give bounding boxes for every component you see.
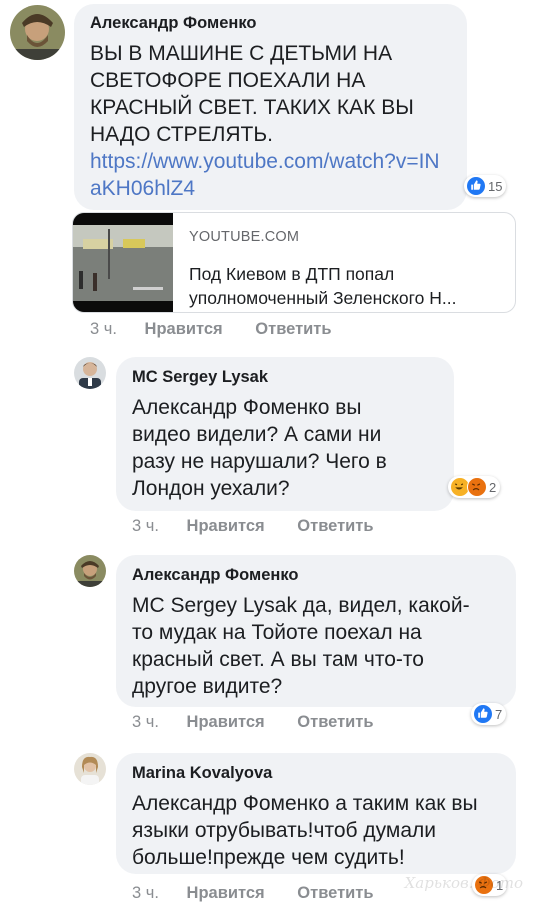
comment-author[interactable]: Александр Фоменко: [132, 565, 502, 585]
comment-text: MC Sergey Lysak да, видел, какой-то муда…: [132, 594, 470, 698]
like-button[interactable]: Нравится: [187, 884, 265, 903]
reply-button[interactable]: Ответить: [297, 713, 373, 732]
comment-bubble: Александр Фоменко ВЫ В МАШИНЕ С ДЕТЬМИ Н…: [74, 4, 467, 210]
comment-link[interactable]: https://www.youtube.com/watch?v=INaKH06h…: [90, 148, 445, 202]
reactions-badge[interactable]: 15: [464, 175, 507, 197]
comment-time[interactable]: 3 ч.: [132, 884, 159, 903]
reactions-count: 7: [495, 706, 503, 722]
watermark: Харьков. Фото: [404, 874, 523, 892]
comment-text: ВЫ В МАШИНЕ С ДЕТЬМИ НА СВЕТОФОРЕ ПОЕХАЛ…: [90, 42, 414, 146]
avatar[interactable]: [74, 753, 106, 785]
comment-bubble: MC Sergey Lysak Александр Фоменко вы вид…: [116, 357, 454, 511]
preview-domain: YOUTUBE.COM: [189, 229, 300, 245]
avatar[interactable]: [74, 357, 106, 389]
like-button[interactable]: Нравится: [187, 713, 265, 732]
reactions-badge[interactable]: 2: [448, 476, 501, 498]
link-preview-card[interactable]: YOUTUBE.COM Под Киевом в ДТП попал уполн…: [72, 212, 516, 313]
video-thumbnail[interactable]: [73, 213, 173, 312]
comment-author[interactable]: Александр Фоменко: [90, 13, 453, 33]
comment-text: Александр Фоменко а таким как вы языки о…: [132, 792, 478, 869]
comment-actions: 3 ч. Нравится Ответить: [132, 884, 374, 903]
comment-author[interactable]: Marina Kovalyova: [132, 763, 502, 783]
like-icon: [473, 704, 493, 724]
comment-time[interactable]: 3 ч.: [90, 320, 117, 339]
reply-button[interactable]: Ответить: [297, 517, 373, 536]
angry-icon: [467, 477, 487, 497]
comment-time[interactable]: 3 ч.: [132, 713, 159, 732]
comment-bubble: Marina Kovalyova Александр Фоменко а так…: [116, 753, 516, 874]
avatar[interactable]: [74, 555, 106, 587]
comment-actions: 3 ч. Нравится Ответить: [90, 320, 332, 339]
comment-author[interactable]: MC Sergey Lysak: [132, 367, 440, 387]
avatar[interactable]: [10, 5, 65, 60]
comment-text: Александр Фоменко вы видео видели? А сам…: [132, 396, 387, 500]
preview-title[interactable]: Под Киевом в ДТП попал уполномоченный Зе…: [189, 262, 504, 310]
comment-bubble: Александр Фоменко MC Sergey Lysak да, ви…: [116, 555, 516, 707]
reactions-count: 15: [488, 178, 503, 194]
reply-button[interactable]: Ответить: [255, 320, 331, 339]
reactions-badge[interactable]: 7: [471, 703, 507, 725]
like-button[interactable]: Нравится: [145, 320, 223, 339]
comment-actions: 3 ч. Нравится Ответить: [132, 713, 374, 732]
reactions-count: 2: [489, 479, 497, 495]
comment-actions: 3 ч. Нравится Ответить: [132, 517, 374, 536]
reply-button[interactable]: Ответить: [297, 884, 373, 903]
like-icon: [466, 176, 486, 196]
like-button[interactable]: Нравится: [187, 517, 265, 536]
comment-time[interactable]: 3 ч.: [132, 517, 159, 536]
